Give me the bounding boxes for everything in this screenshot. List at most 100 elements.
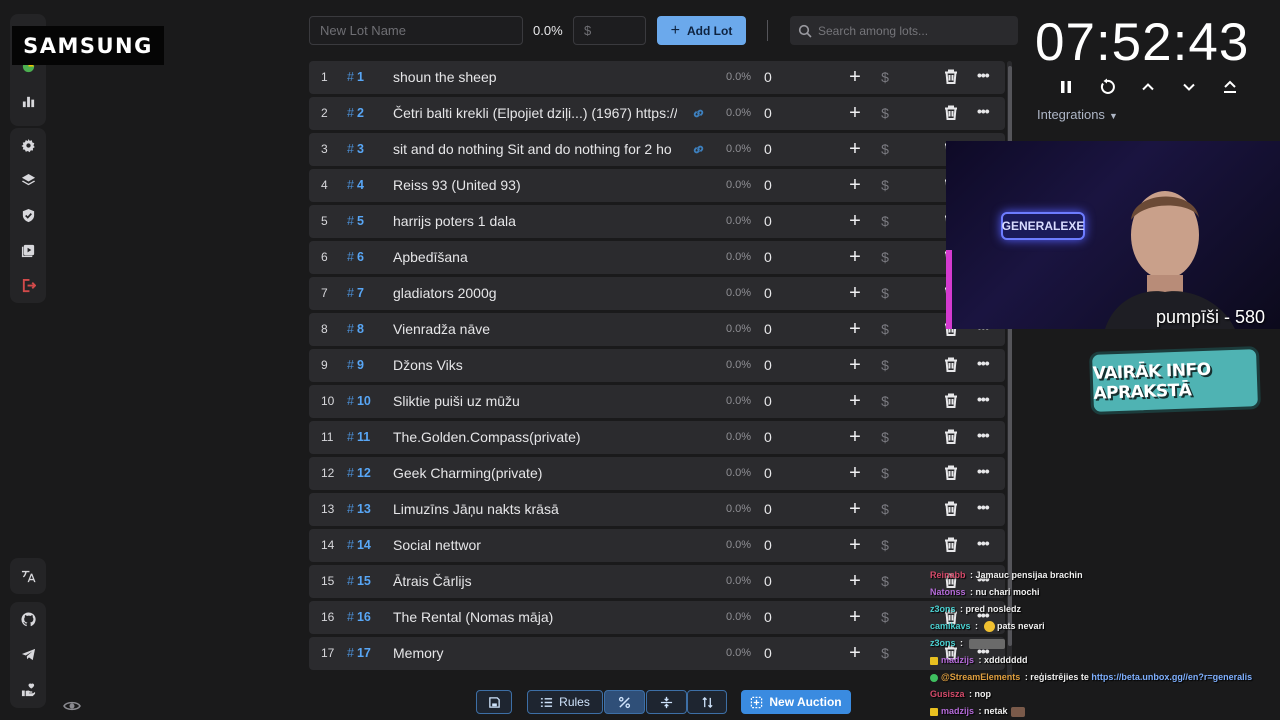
add-amount-button[interactable]: +	[846, 571, 864, 591]
more-options-button[interactable]: •••	[977, 499, 993, 515]
add-amount-button[interactable]: +	[846, 463, 864, 483]
save-button[interactable]	[476, 690, 512, 714]
integrations-dropdown[interactable]: Integrations ▼	[1037, 107, 1118, 122]
delete-lot-button[interactable]	[944, 429, 960, 445]
lot-name[interactable]: Memory	[393, 645, 677, 661]
delete-lot-button[interactable]	[944, 105, 960, 121]
sidebar-settings-button[interactable]	[10, 128, 46, 163]
dollar-icon[interactable]: $	[878, 141, 892, 157]
lot-row[interactable]: 8#8Vienradža nāve0.0%0+$•••	[309, 313, 1005, 346]
add-amount-button[interactable]: +	[846, 391, 864, 411]
sidebar-shield-button[interactable]	[10, 198, 46, 233]
sidebar-github-button[interactable]	[10, 602, 46, 637]
lot-name[interactable]: Geek Charming(private)	[393, 465, 677, 481]
new-lot-name-input[interactable]	[309, 16, 523, 45]
pause-button[interactable]	[1045, 76, 1086, 98]
lot-row[interactable]: 6#6Apbedīšana0.0%0+$•••	[309, 241, 1005, 274]
more-options-button[interactable]: •••	[977, 535, 993, 551]
lot-row[interactable]: 5#5harrijs poters 1 dala0.0%0+$•••	[309, 205, 1005, 238]
lot-name[interactable]: Social nettwor	[393, 537, 677, 553]
lot-amount[interactable]: 0	[764, 357, 772, 373]
dollar-icon[interactable]: $	[878, 321, 892, 337]
dollar-icon[interactable]: $	[878, 357, 892, 373]
dollar-icon[interactable]: $	[878, 501, 892, 517]
sidebar-stats-button[interactable]	[10, 84, 46, 119]
lot-row[interactable]: 10 #10 Sliktie puiši uz mūžu 0.0% 0 + $ •••	[309, 385, 1005, 418]
double-increase-button[interactable]	[1209, 76, 1250, 98]
lot-row[interactable]: 7#7gladiators 2000g0.0%0+$•••	[309, 277, 1005, 310]
add-amount-button[interactable]: +	[846, 103, 864, 123]
delete-lot-button[interactable]	[944, 393, 960, 409]
delete-lot-button[interactable]	[944, 501, 960, 517]
dollar-icon[interactable]: $	[878, 573, 892, 589]
dollar-icon[interactable]: $	[878, 393, 892, 409]
lot-name[interactable]: The Rental (Nomas māja)	[393, 609, 677, 625]
new-lot-amount-input[interactable]	[573, 16, 646, 45]
more-options-button[interactable]: •••	[977, 103, 993, 119]
lot-amount[interactable]: 0	[764, 609, 772, 625]
dollar-icon[interactable]: $	[878, 465, 892, 481]
lot-row[interactable]: 17 #17 Memory 0.0% 0 + $ •••	[309, 637, 1005, 670]
delete-lot-button[interactable]	[944, 537, 960, 553]
lot-row[interactable]: 2 #2 Četri balti krekli (Elpojiet dziļi...…	[309, 97, 1005, 130]
sidebar-donate-button[interactable]	[10, 672, 46, 707]
lot-amount[interactable]: 0	[764, 573, 772, 589]
add-amount-button[interactable]: +	[846, 139, 864, 159]
dollar-icon[interactable]: $	[878, 609, 892, 625]
lot-amount[interactable]: 0	[764, 213, 772, 229]
dollar-icon[interactable]: $	[878, 537, 892, 553]
delete-lot-button[interactable]	[944, 357, 960, 373]
delete-lot-button[interactable]	[944, 69, 960, 85]
lot-name[interactable]: harrijs poters 1 dala	[393, 213, 677, 229]
add-amount-button[interactable]: +	[846, 283, 864, 303]
lot-name[interactable]: shoun the sheep	[393, 69, 677, 85]
lot-name[interactable]: The.Golden.Compass(private)	[393, 429, 677, 445]
sort-button[interactable]	[687, 690, 727, 714]
lot-name[interactable]: Limuzīns Jāņu nakts krāsā	[393, 501, 677, 517]
add-amount-button[interactable]: +	[846, 535, 864, 555]
link-icon[interactable]	[692, 143, 706, 157]
add-amount-button[interactable]: +	[846, 211, 864, 231]
more-options-button[interactable]: •••	[977, 67, 993, 83]
sidebar-telegram-button[interactable]	[10, 637, 46, 672]
lot-row[interactable]: 14 #14 Social nettwor 0.0% 0 + $ •••	[309, 529, 1005, 562]
dollar-icon[interactable]: $	[878, 429, 892, 445]
add-amount-button[interactable]: +	[846, 175, 864, 195]
add-amount-button[interactable]: +	[846, 643, 864, 663]
add-amount-button[interactable]: +	[846, 319, 864, 339]
add-amount-button[interactable]: +	[846, 67, 864, 87]
add-amount-button[interactable]: +	[846, 427, 864, 447]
add-lot-button[interactable]: + Add Lot	[657, 16, 746, 45]
lot-name[interactable]: sit and do nothing Sit and do nothing fo…	[393, 141, 677, 157]
more-options-button[interactable]: •••	[977, 427, 993, 443]
lot-amount[interactable]: 0	[764, 285, 772, 301]
lot-row[interactable]: 13 #13 Limuzīns Jāņu nakts krāsā 0.0% 0 + $ •••	[309, 493, 1005, 526]
dollar-icon[interactable]: $	[878, 249, 892, 265]
lot-row[interactable]: 9 #9 Džons Viks 0.0% 0 + $ •••	[309, 349, 1005, 382]
reset-timer-button[interactable]	[1086, 76, 1127, 98]
lot-amount[interactable]: 0	[764, 69, 772, 85]
visibility-toggle-eye-icon[interactable]	[63, 697, 81, 715]
dollar-icon[interactable]: $	[878, 177, 892, 193]
more-options-button[interactable]: •••	[977, 355, 993, 371]
chat-link[interactable]: https://beta.unbox.gg//en?r=generalis	[1091, 672, 1252, 682]
lot-name[interactable]: Apbedīšana	[393, 249, 677, 265]
lot-amount[interactable]: 0	[764, 465, 772, 481]
lot-amount[interactable]: 0	[764, 537, 772, 553]
sidebar-language-button[interactable]	[10, 558, 46, 593]
sidebar-media-button[interactable]	[10, 233, 46, 268]
lot-row[interactable]: 3 #3 sit and do nothing Sit and do nothing…	[309, 133, 1005, 166]
lot-row[interactable]: 12 #12 Geek Charming(private) 0.0% 0 + $ •••	[309, 457, 1005, 490]
delete-lot-button[interactable]	[944, 465, 960, 481]
more-options-button[interactable]: •••	[977, 391, 993, 407]
lot-name[interactable]: Džons Viks	[393, 357, 677, 373]
lot-amount[interactable]: 0	[764, 645, 772, 661]
increase-time-button[interactable]	[1127, 76, 1168, 98]
dollar-icon[interactable]: $	[878, 69, 892, 85]
lot-row[interactable]: 4#4Reiss 93 (United 93)0.0%0+$•••	[309, 169, 1005, 202]
dollar-icon[interactable]: $	[878, 105, 892, 121]
lot-amount[interactable]: 0	[764, 177, 772, 193]
lot-amount[interactable]: 0	[764, 249, 772, 265]
add-amount-button[interactable]: +	[846, 355, 864, 375]
dollar-icon[interactable]: $	[878, 285, 892, 301]
